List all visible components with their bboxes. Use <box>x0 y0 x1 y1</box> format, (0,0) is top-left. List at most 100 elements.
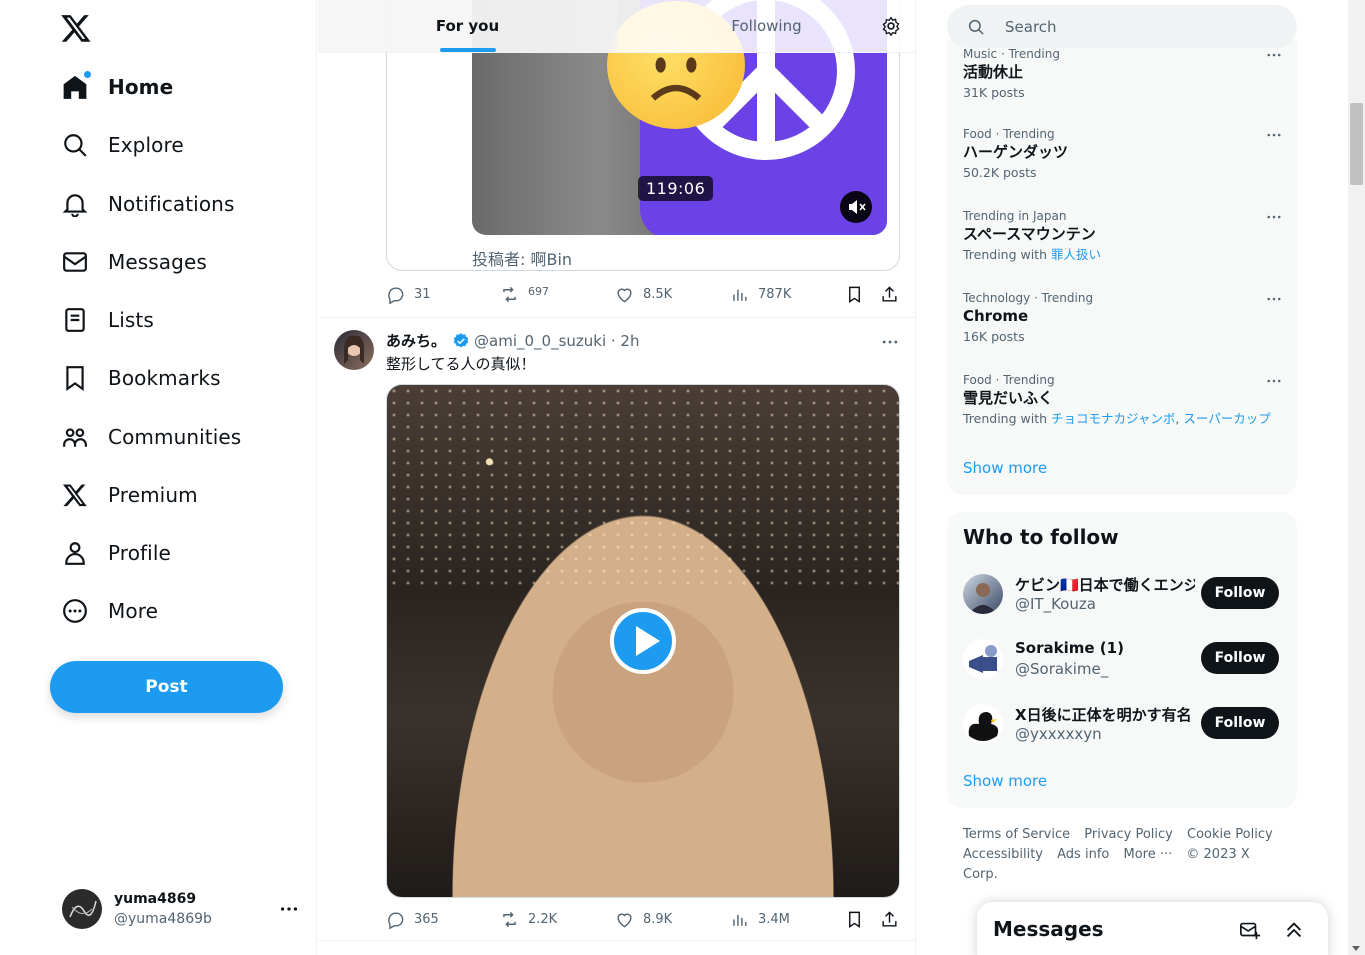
chart-bars-icon <box>733 914 747 926</box>
more-horizontal-icon[interactable] <box>880 332 900 352</box>
follow-button[interactable]: Follow <box>1201 577 1279 609</box>
search-input[interactable] <box>1005 17 1265 36</box>
communities-icon <box>62 424 88 450</box>
nav-label: Premium <box>108 483 198 507</box>
author-name[interactable]: あみち。 <box>386 330 446 351</box>
play-button[interactable] <box>610 608 676 674</box>
trend-count: 50.2K posts <box>963 165 1037 180</box>
trend-title: スペースマウンテン <box>963 225 1096 243</box>
trend-item[interactable]: Music · Trending 活動休止 31K posts <box>963 46 1283 102</box>
avatar <box>963 639 1003 679</box>
account-switcher[interactable]: yuma4869 @yuma4869b <box>50 876 310 942</box>
footer-link-cookie[interactable]: Cookie Policy <box>1187 827 1273 842</box>
trend-item[interactable]: Trending in Japan スペースマウンテン Trending wit… <box>963 208 1283 264</box>
avatar <box>62 889 102 929</box>
views-button[interactable]: 787K <box>730 285 791 304</box>
tweet[interactable]: あみち。 @ami_0_0_suzuki · 2h 整形してる人の真似！ <box>318 317 915 898</box>
reply-button[interactable]: 31 <box>386 285 431 304</box>
repost-button[interactable]: 697 <box>500 285 549 304</box>
home-icon <box>62 71 91 100</box>
nav-messages[interactable]: Messages <box>50 237 219 287</box>
nav-lists[interactable]: Lists <box>50 295 166 345</box>
nav-label: Bookmarks <box>108 366 221 390</box>
search-bar[interactable] <box>947 5 1297 48</box>
repost-button[interactable]: 2.2K <box>500 910 557 929</box>
tab-label: For you <box>435 17 500 35</box>
more-horizontal-icon[interactable] <box>278 898 300 920</box>
scrollbar-thumb[interactable] <box>1350 103 1363 185</box>
follow-suggestion[interactable]: Sorakime (1) @Sorakime_ Follow <box>963 637 1281 681</box>
more-horizontal-icon[interactable] <box>1265 208 1283 226</box>
trend-link[interactable]: 罪人扱い <box>1051 247 1101 262</box>
gear-icon[interactable] <box>881 16 901 36</box>
chevron-up-double-icon[interactable] <box>1283 919 1305 941</box>
follow-button[interactable]: Follow <box>1201 642 1279 674</box>
x-logo-icon[interactable] <box>60 12 92 44</box>
mute-icon[interactable] <box>840 191 872 223</box>
nav-premium[interactable]: Premium <box>50 470 210 520</box>
heart-icon <box>617 913 632 927</box>
bookmark-button[interactable] <box>845 285 873 304</box>
bell-icon <box>62 191 88 218</box>
envelope-icon <box>62 249 88 275</box>
trend-link[interactable]: チョコモナカジャンボ <box>1051 411 1175 426</box>
avatar <box>963 574 1003 614</box>
nav-home[interactable]: Home <box>50 62 185 112</box>
scrollbar-down-arrow-icon[interactable] <box>1352 946 1360 951</box>
like-button[interactable]: 8.5K <box>615 285 672 304</box>
more-horizontal-icon[interactable] <box>1265 126 1283 144</box>
more-horizontal-icon[interactable] <box>1265 290 1283 308</box>
views-button[interactable]: 3.4M <box>730 910 790 929</box>
bookmark-icon <box>62 365 88 391</box>
trend-with-label: Trending with <box>963 247 1048 262</box>
footer-link-privacy[interactable]: Privacy Policy <box>1084 827 1173 842</box>
who-to-follow-show-more-link[interactable]: Show more <box>963 772 1047 790</box>
nav-explore[interactable]: Explore <box>50 120 196 170</box>
tweet-divider <box>318 940 915 941</box>
trend-meta: Food · Trending <box>963 127 1055 141</box>
nav-label: Explore <box>108 133 184 157</box>
bookmark-icon <box>849 286 860 303</box>
tweet-video[interactable] <box>386 384 900 898</box>
trend-title: ハーゲンダッツ <box>963 143 1069 161</box>
repost-count: 2.2K <box>528 911 558 927</box>
new-message-icon[interactable] <box>1239 919 1261 941</box>
search-icon <box>62 132 88 158</box>
share-button[interactable] <box>880 910 908 929</box>
nav-communities[interactable]: Communities <box>50 412 253 462</box>
trend-item[interactable]: Food · Trending ハーゲンダッツ 50.2K posts <box>963 126 1283 182</box>
avatar[interactable] <box>334 330 374 370</box>
trend-item[interactable]: Food · Trending 雪見だいふく Trending with チョコ… <box>963 372 1283 428</box>
follow-button[interactable]: Follow <box>1201 707 1279 739</box>
suggestion-handle: @yxxxxxyn <box>1015 725 1102 743</box>
footer-link-ads[interactable]: Ads info <box>1057 847 1109 862</box>
trend-with-label: Trending with <box>963 411 1048 426</box>
tab-for-you[interactable]: For you <box>318 0 617 52</box>
tab-following[interactable]: Following <box>617 0 915 52</box>
nav-more[interactable]: More <box>50 586 170 636</box>
post-button[interactable]: Post <box>50 661 283 713</box>
more-horizontal-icon[interactable] <box>1265 372 1283 390</box>
reply-button[interactable]: 365 <box>386 910 439 929</box>
bookmark-button[interactable] <box>845 910 873 929</box>
more-horizontal-icon[interactable] <box>1265 46 1283 64</box>
footer-link-more[interactable]: More ··· <box>1123 847 1172 862</box>
trend-meta: Music · Trending <box>963 47 1060 61</box>
trend-item[interactable]: Technology · Trending Chrome 16K posts <box>963 290 1283 346</box>
footer-link-terms[interactable]: Terms of Service <box>963 827 1070 842</box>
author-handle[interactable]: @ami_0_0_suzuki · 2h <box>474 332 639 350</box>
follow-suggestion[interactable]: X日後に正体を明かす有名 @yxxxxxyn Follow <box>963 702 1281 746</box>
nav-notifications[interactable]: Notifications <box>50 179 246 229</box>
page-scrollbar[interactable] <box>1348 0 1365 955</box>
messages-drawer[interactable]: Messages <box>977 902 1328 955</box>
trend-title: 活動休止 <box>963 63 1024 81</box>
chart-bars-icon <box>733 289 747 301</box>
trend-link[interactable]: スーパーカップ <box>1183 411 1270 426</box>
trends-show-more-link[interactable]: Show more <box>963 459 1047 477</box>
footer-link-accessibility[interactable]: Accessibility <box>963 847 1043 862</box>
share-button[interactable] <box>880 285 908 304</box>
follow-suggestion[interactable]: ケビン🇫🇷日本で働くエンジ @IT_Kouza Follow <box>963 572 1281 616</box>
nav-profile[interactable]: Profile <box>50 528 183 578</box>
nav-bookmarks[interactable]: Bookmarks <box>50 353 233 403</box>
like-button[interactable]: 8.9K <box>615 910 672 929</box>
